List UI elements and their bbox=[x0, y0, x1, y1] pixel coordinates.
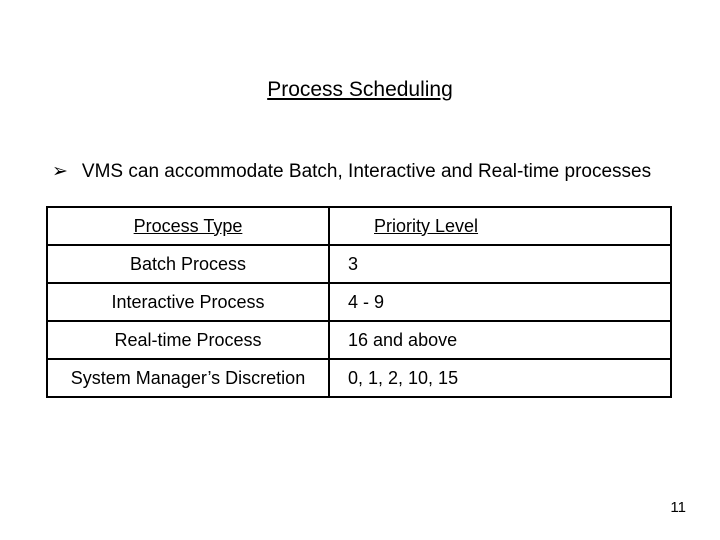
table-row: Real-time Process 16 and above bbox=[47, 321, 671, 359]
cell-priority: 4 - 9 bbox=[329, 283, 671, 321]
cell-type: Real-time Process bbox=[47, 321, 329, 359]
cell-priority: 3 bbox=[329, 245, 671, 283]
page-number: 11 bbox=[670, 499, 686, 516]
cell-type: Batch Process bbox=[47, 245, 329, 283]
cell-type: System Manager’s Discretion bbox=[47, 359, 329, 397]
arrow-bullet-icon: ➢ bbox=[52, 161, 68, 184]
bullet-text: VMS can accommodate Batch, Interactive a… bbox=[82, 160, 651, 185]
priority-table: Process Type Priority Level Batch Proces… bbox=[46, 206, 672, 398]
table-row: Batch Process 3 bbox=[47, 245, 671, 283]
bullet-item: ➢ VMS can accommodate Batch, Interactive… bbox=[52, 160, 680, 185]
table-header-type: Process Type bbox=[47, 207, 329, 245]
table-row: System Manager’s Discretion 0, 1, 2, 10,… bbox=[47, 359, 671, 397]
cell-priority: 16 and above bbox=[329, 321, 671, 359]
table-header-priority: Priority Level bbox=[329, 207, 671, 245]
slide: Process Scheduling ➢ VMS can accommodate… bbox=[0, 0, 720, 540]
cell-priority: 0, 1, 2, 10, 15 bbox=[329, 359, 671, 397]
cell-type: Interactive Process bbox=[47, 283, 329, 321]
table-row: Interactive Process 4 - 9 bbox=[47, 283, 671, 321]
table-header-row: Process Type Priority Level bbox=[47, 207, 671, 245]
page-title: Process Scheduling bbox=[0, 78, 720, 102]
